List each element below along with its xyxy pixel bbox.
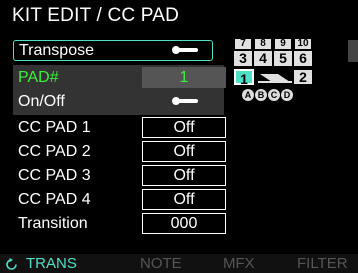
transition-row[interactable]: Transition 000 [13,213,226,234]
pad-8: 8 [255,39,271,49]
transpose-row[interactable]: Transpose [13,40,213,61]
cc-pad-3-value[interactable]: Off [142,165,226,186]
page-title: KIT EDIT / CC PAD [12,5,180,26]
tab-trans[interactable]: TRANS [26,254,77,273]
tab-mfx[interactable]: MFX [223,254,255,273]
tab-filter[interactable]: FILTER [297,254,348,273]
side-scroll-indicator [348,40,358,62]
cc-pad-2-value[interactable]: Off [142,141,226,162]
circle-d: D [281,89,293,101]
circle-b: B [255,89,267,101]
pad-7: 7 [235,39,251,49]
pad-number-value[interactable]: 1 [142,67,226,88]
circle-c: C [268,89,280,101]
pad-9: 9 [275,39,291,49]
transition-value[interactable]: 000 [142,213,226,234]
pad-10: 10 [295,39,311,49]
onoff-toggle-icon[interactable] [172,97,198,105]
pad-number-row[interactable]: PAD# 1 [13,67,226,88]
cc-pad-1-label: CC PAD 1 [18,119,91,136]
cc-pad-4-value[interactable]: Off [142,189,226,210]
cc-pad-1-value[interactable]: Off [142,117,226,138]
function-tab-bar: TRANS NOTE MFX FILTER [0,254,358,273]
hihat-pedal-icon [258,74,292,83]
transpose-toggle-icon[interactable] [172,46,198,54]
transition-label: Transition [18,215,88,232]
pad-number-label: PAD# [18,69,59,86]
cc-pad-2-row[interactable]: CC PAD 2 Off [13,141,226,162]
tab-note[interactable]: NOTE [140,254,182,273]
cc-pad-2-label: CC PAD 2 [18,143,91,160]
cc-pad-3-row[interactable]: CC PAD 3 Off [13,165,226,186]
pad-4: 4 [254,51,272,66]
pad-5: 5 [274,51,292,66]
cc-pad-4-row[interactable]: CC PAD 4 Off [13,189,226,210]
cc-pad-4-label: CC PAD 4 [18,191,91,208]
transpose-label: Transpose [19,42,94,59]
pad-6: 6 [294,51,312,66]
circle-a: A [242,89,254,101]
cc-pad-1-row[interactable]: CC PAD 1 Off [13,117,226,138]
cc-pad-3-label: CC PAD 3 [18,167,91,184]
pad-3: 3 [234,51,252,66]
pad-1-selected: 1 [234,69,254,87]
refresh-icon[interactable] [5,258,18,271]
onoff-label: On/Off [18,93,65,110]
pad-2: 2 [294,70,312,84]
onoff-row[interactable]: On/Off [13,91,224,112]
